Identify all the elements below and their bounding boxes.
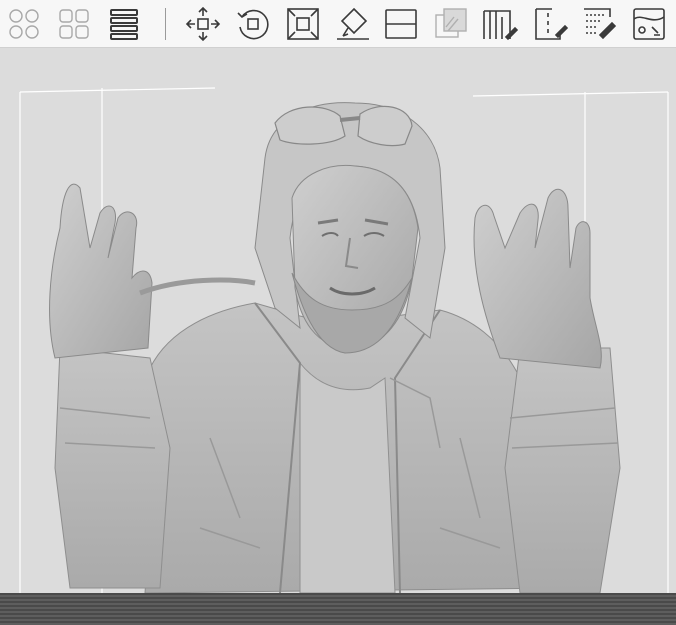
main-toolbar bbox=[0, 0, 676, 48]
seam-paint-icon[interactable] bbox=[529, 4, 569, 44]
move-arrows-icon[interactable] bbox=[183, 4, 223, 44]
right-arm bbox=[504, 347, 621, 594]
bust-model[interactable] bbox=[0, 48, 676, 625]
layout-grid-circles-icon[interactable] bbox=[4, 4, 44, 44]
place-on-face-icon[interactable] bbox=[333, 4, 373, 44]
support-paint-icon[interactable] bbox=[479, 4, 519, 44]
cut-icon[interactable] bbox=[381, 4, 421, 44]
list-lines-icon[interactable] bbox=[104, 4, 144, 44]
rotate-icon[interactable] bbox=[233, 4, 273, 44]
build-plate bbox=[0, 593, 676, 625]
toolbar-separator bbox=[165, 8, 166, 40]
color-paint-icon[interactable] bbox=[629, 4, 669, 44]
mesh-boolean-icon[interactable] bbox=[431, 4, 471, 44]
shirt bbox=[299, 361, 396, 594]
left-glove bbox=[49, 183, 153, 359]
layout-grid-quarters-icon[interactable] bbox=[54, 4, 94, 44]
3d-viewport[interactable] bbox=[0, 48, 676, 625]
left-arm bbox=[54, 347, 171, 589]
scale-frame-icon[interactable] bbox=[283, 4, 323, 44]
fuzzy-skin-paint-icon[interactable] bbox=[579, 4, 619, 44]
